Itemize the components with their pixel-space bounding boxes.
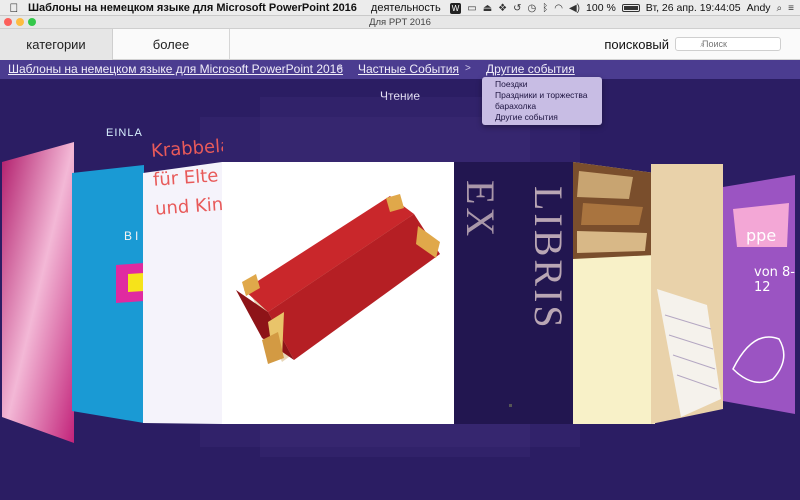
ppe-label: ppe [746,226,777,245]
krabbel-line: für Elte [152,165,220,191]
menubar:  Шаблоны на немецком языке для Microsof… [0,0,800,16]
apple-menu-icon[interactable]:  [0,1,28,15]
bi-label: BI [124,229,142,243]
krabbel-text: Krabbela für Elte und Kin [150,131,223,223]
timemachine-icon[interactable]: ↺ [513,3,521,14]
status-area: W ▭ ⏏ ❖ ↺ ◷ ᛒ ◠ ◀) 100 % Вт, 26 апр. 19:… [449,0,794,16]
search-input[interactable] [675,37,781,51]
template-card-parchment[interactable] [651,79,725,500]
window-titlebar: Для PPT 2016 [0,16,800,29]
red-book-icon [236,194,440,364]
username[interactable]: Andy [747,2,771,14]
word-icon[interactable]: W [449,2,462,14]
breadcrumb-separator: > [465,63,471,74]
dropdown-item-holidays[interactable]: Праздники и торжества [495,90,602,101]
display-icon[interactable]: ▭ [467,3,476,14]
breadcrumb: Шаблоны на немецком языке для Microsoft … [0,60,800,79]
template-card-einladung[interactable]: EINLA BI [72,79,146,500]
dropdown-item-other-events[interactable]: Другие события [495,112,602,123]
breadcrumb-other-events[interactable]: Другие события [486,62,575,76]
libris-text: LIBRIS [526,186,571,331]
template-card-old-books[interactable] [573,79,657,500]
wifi-icon[interactable]: ◠ [554,3,563,14]
template-card-ex-libris[interactable]: EX LIBRIS [454,162,573,424]
search-label: поисковый [604,37,669,52]
menu-activity[interactable]: деятельность [371,2,441,14]
zoom-window-button[interactable] [28,18,36,26]
battery-icon[interactable] [621,4,640,12]
dropbox-icon[interactable]: ❖ [498,3,507,14]
von-label: von 8-12 [754,265,795,295]
einla-label: EINLA [106,127,143,139]
battery-percent[interactable]: 100 % [586,2,616,14]
close-window-button[interactable] [4,18,12,26]
volume-icon[interactable]: ◀) [569,3,580,14]
minimize-window-button[interactable] [16,18,24,26]
dropdown-item-flea-market[interactable]: барахолка [495,101,602,112]
airplay-icon[interactable]: ⏏ [483,3,492,14]
notification-center-icon[interactable]: ≡ [788,3,794,14]
breadcrumb-private-events[interactable]: Частные События [358,62,459,76]
ex-text: EX [458,180,503,240]
libris-dot [509,404,512,407]
template-card-pink[interactable] [0,79,80,500]
dropdown-item-trips[interactable]: Поездки [495,79,602,90]
app-menu-name[interactable]: Шаблоны на немецком языке для Microsoft … [28,2,357,14]
breadcrumb-separator: > [337,63,343,74]
search-icon: ⌕ [700,39,706,49]
breadcrumb-root[interactable]: Шаблоны на немецком языке для Microsoft … [8,62,343,76]
search-spotlight-icon[interactable]: ⌕ [777,3,783,14]
bluetooth-icon[interactable]: ᛒ [542,3,548,14]
datetime[interactable]: Вт, 26 апр. 19:44:05 [646,2,741,14]
more-button[interactable]: более [113,29,230,60]
template-card-krabbel[interactable]: Krabbela für Elte und Kin [143,79,223,500]
carousel-stage: Чтение EINLA BI Krabbela für Elte und Ki… [0,79,800,500]
krabbel-line: und Kin [154,193,223,220]
breadcrumb-dropdown: Поездки Праздники и торжества барахолка … [482,77,602,125]
toolbar: категории более поисковый ⌕ [0,29,800,60]
template-card-red-book[interactable] [222,162,454,424]
window-title: Для PPT 2016 [369,17,431,28]
categories-button[interactable]: категории [0,29,113,60]
clock-icon[interactable]: ◷ [528,3,537,14]
